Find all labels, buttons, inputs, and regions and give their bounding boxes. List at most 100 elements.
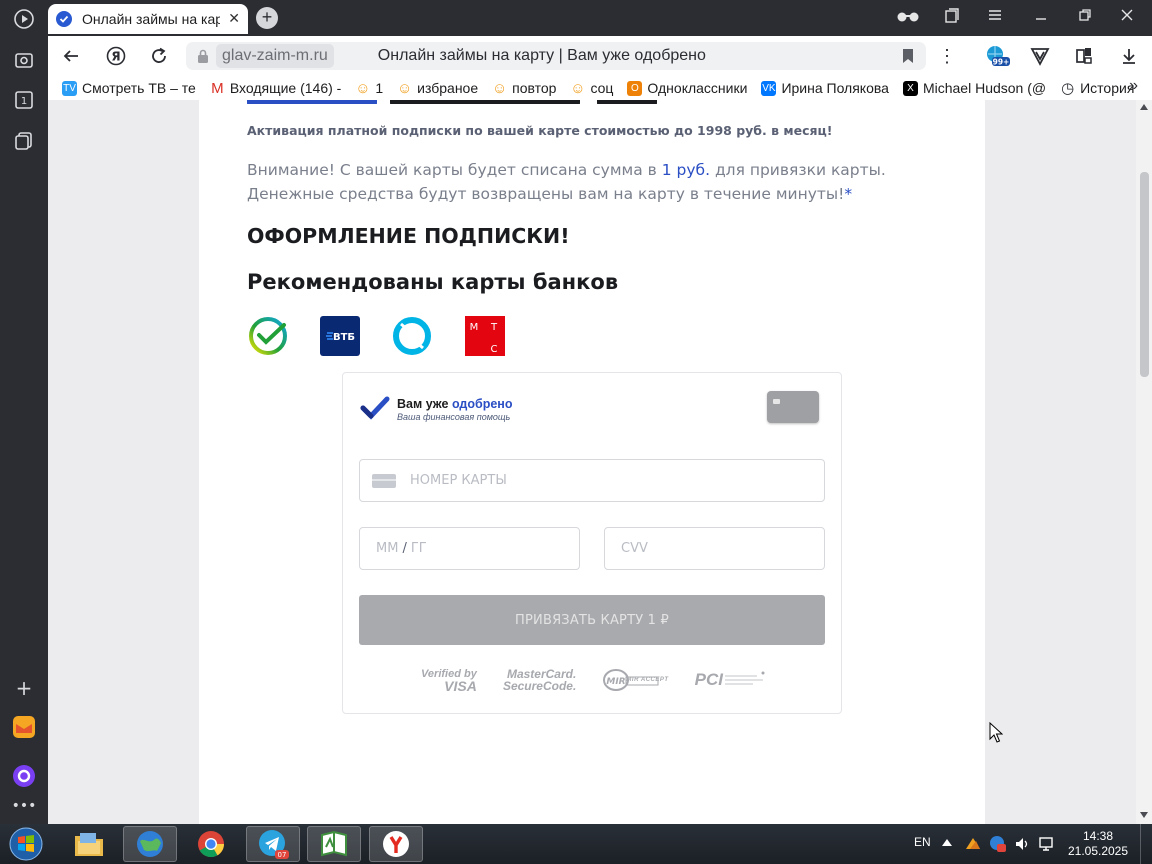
taskbar-chrome[interactable] [184,826,238,862]
expiry-separator: / [402,541,407,556]
bookmark-item[interactable]: VK Ирина Полякова [761,80,889,96]
kebab-menu-icon[interactable]: ⋮ [936,45,958,67]
clock-date: 21.05.2025 [1067,844,1129,858]
taskbar-yandex-browser[interactable] [369,826,423,862]
brand-check-icon [360,396,390,420]
extension-globe-icon[interactable]: 99+ [984,45,1012,67]
reload-icon[interactable] [148,45,170,67]
cvv-input[interactable]: CVV [604,527,825,570]
alice-icon[interactable] [10,762,38,790]
scroll-down-icon[interactable] [1140,812,1148,818]
tray-browser-icon[interactable] [989,835,1007,853]
bookmark-item[interactable]: ☺ повтор [491,79,556,97]
play-icon[interactable] [10,5,38,33]
close-window-icon[interactable] [1120,8,1134,25]
card-number-input[interactable]: НОМЕР КАРТЫ [359,459,825,502]
bookmark-label: соц [590,80,614,96]
bookmark-label: 1 [375,80,384,96]
expiry-input[interactable]: ММ / ГГ [359,527,580,570]
ok-icon: О [627,80,643,96]
tray-expand-icon[interactable] [942,838,952,846]
restore-icon[interactable] [1078,8,1092,25]
more-icon[interactable]: ••• [10,792,38,820]
bookmark-label: Одноклассники [647,80,748,96]
minimize-icon[interactable] [1034,8,1048,25]
yandex-icon[interactable]: Я [105,45,127,67]
bookmark-item[interactable]: ☺ избраное [397,80,479,97]
taskbar-ie[interactable] [123,826,177,862]
brand-name: Вам уже одобрено [397,396,513,411]
address-bar[interactable]: glav-zaim-m.ru Онлайн займы на карту | В… [186,42,926,70]
x-icon: X [902,80,918,96]
bookmark-item[interactable]: TV Смотреть ТВ – те [62,80,196,96]
start-button[interactable] [4,826,48,862]
keyboard-language[interactable]: EN [914,835,931,849]
bookmark-item[interactable]: ☺ 1 [355,79,384,97]
address-toolbar: Я glav-zaim-m.ru Онлайн займы на карту |… [48,36,1152,76]
security-logos: Verified by VISA MasterCard. SecureCode.… [421,665,767,695]
bind-card-button[interactable]: ПРИВЯЗАТЬ КАРТУ 1 ₽ [359,595,825,645]
verified-by-visa-logo: Verified by VISA [421,668,477,694]
system-clock[interactable]: 14:38 21.05.2025 [1066,829,1130,859]
show-desktop-button[interactable] [1140,824,1152,864]
screenshot-icon[interactable] [10,46,38,74]
back-icon[interactable] [60,45,82,67]
bookmark-item[interactable]: О Одноклассники [627,80,747,96]
taskbar-telegram[interactable]: 07 [246,826,300,862]
volume-icon[interactable] [1014,835,1032,853]
tab-close-icon[interactable]: ✕ [228,11,240,27]
banks-heading: Рекомендованы карты банков [247,270,619,294]
shield-extension-icon[interactable] [1029,45,1051,67]
bookmarks-bar: TV Смотреть ТВ – те M Входящие (146) - ☺ 1 ☺ из… [48,76,1152,100]
bookmark-item[interactable]: M Входящие (146) - [210,80,342,97]
yandex-browser-icon [383,831,409,857]
scroll-up-icon[interactable] [1140,104,1148,110]
mail-app-icon[interactable] [10,713,38,741]
bookmark-icon[interactable] [902,48,914,64]
taskbar-explorer[interactable] [62,826,116,862]
svg-text:MIR: MIR [607,677,626,687]
page-scrollbar[interactable] [1136,100,1152,824]
collections-icon[interactable] [10,127,38,155]
bookmark-label: избраное [417,80,479,96]
svg-text:1: 1 [21,96,27,107]
new-tab-button[interactable]: + [256,7,278,29]
history-icon: ◷ [1061,80,1075,97]
clock-time: 14:38 [1082,829,1114,843]
charge-amount: 1 руб. [661,161,711,179]
smile-icon: ☺ [355,79,371,97]
scrollbar-thumb[interactable] [1140,172,1149,377]
tab-counter-icon[interactable]: 1 [10,86,38,114]
card-chip-icon [372,473,396,488]
browser-sidebar: 1 + ••• [0,0,48,824]
lock-icon [198,49,208,63]
extension-puzzle-icon[interactable] [1073,45,1095,67]
tray-app-icon[interactable] [964,835,982,853]
brand-logo: Вам уже одобрено Ваша финансовая помощь [359,395,512,423]
taskbar-book-app[interactable] [307,826,361,862]
bookmark-label: Входящие (146) - [229,80,342,96]
card-number-placeholder: НОМЕР КАРТЫ [410,473,507,488]
download-icon[interactable] [1118,45,1140,67]
smile-icon: ☺ [491,79,508,97]
menu-icon[interactable] [988,8,1002,25]
bookmark-item[interactable]: X Michael Hudson (@ [902,80,1046,96]
cropped-heading-fragment [247,100,687,104]
svg-text:Я: Я [111,50,120,64]
expiry-year-placeholder: ГГ [410,541,427,556]
chrome-icon [198,831,225,858]
tab-strip: Онлайн займы на карт ✕ + [48,0,1152,36]
book-icon [321,830,347,857]
bookmark-item[interactable]: ☺ соц [570,80,614,97]
card-preview-icon [767,391,819,423]
add-panel-icon[interactable]: + [10,674,38,702]
tab-active[interactable]: Онлайн займы на карт ✕ [48,4,248,34]
bookmarks-more-icon[interactable]: » [1129,77,1138,95]
footnote-star: * [844,185,853,203]
bookmark-item[interactable]: ◷ История [1060,80,1134,97]
charge-warning: Внимание! С вашей карты будет списана су… [247,158,937,206]
windows-start-icon [9,827,43,861]
network-icon[interactable] [1038,835,1056,853]
bookmarks-panel-icon[interactable] [944,8,960,27]
reader-mode-icon[interactable] [896,8,920,27]
